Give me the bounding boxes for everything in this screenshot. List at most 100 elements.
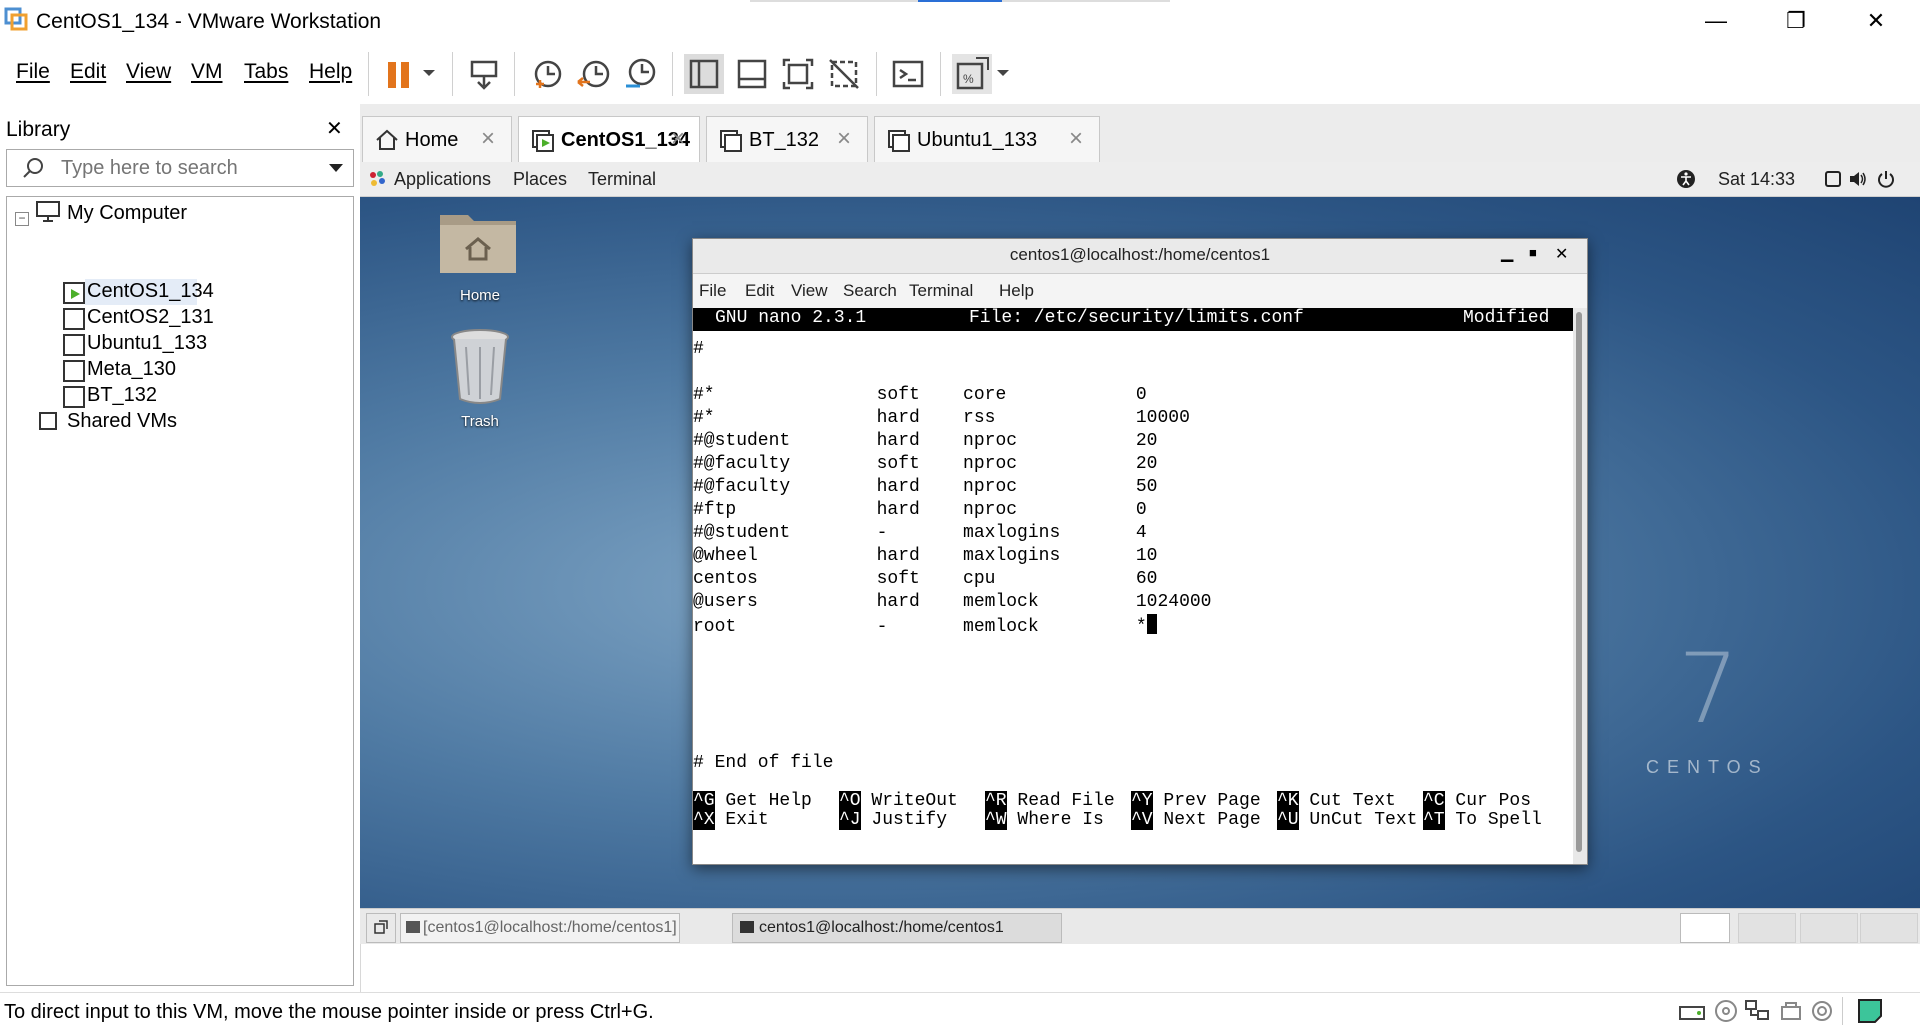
terminal-scrollbar[interactable] <box>1573 308 1587 864</box>
show-library-icon[interactable] <box>684 54 724 94</box>
gnome-clock[interactable]: Sat 14:33 <box>1718 169 1795 190</box>
display-icon[interactable] <box>1824 170 1842 188</box>
terminal-close-button[interactable]: ✕ <box>1555 244 1568 264</box>
taskbar-item-terminal-2[interactable]: centos1@localhost:/home/centos1 <box>732 913 1062 943</box>
restore-button[interactable]: ❐ <box>1766 4 1826 38</box>
nano-shortcut[interactable]: ^U UnCut Text <box>1277 809 1417 832</box>
menu-vm[interactable]: VM <box>191 60 223 84</box>
workspace-3[interactable] <box>1800 913 1858 943</box>
terminal-menu-search[interactable]: Search <box>843 281 897 301</box>
menu-help[interactable]: Help <box>309 60 352 84</box>
nano-shortcut[interactable]: ^X Exit <box>693 809 833 832</box>
chevron-down-icon[interactable] <box>994 64 1012 82</box>
show-desktop-button[interactable] <box>366 913 396 943</box>
shortcut-key: ^X <box>693 810 715 830</box>
network-adapter-icon[interactable] <box>1744 999 1772 1023</box>
tab-ubuntu1-133[interactable]: Ubuntu1_133 × <box>874 116 1100 163</box>
close-tab-icon[interactable]: × <box>481 125 495 153</box>
terminal-maximize-button[interactable]: ■ <box>1529 245 1537 260</box>
message-log-icon[interactable] <box>1856 997 1884 1025</box>
file-line: @users hard memlock 1024000 <box>693 592 1212 612</box>
nano-version: GNU nano 2.3.1 <box>715 308 867 328</box>
tree-item-my-computer[interactable]: My Computer <box>35 199 335 227</box>
menu-edit[interactable]: Edit <box>70 60 106 84</box>
vm-icon <box>63 360 85 382</box>
snapshot-take-icon[interactable] <box>528 54 568 94</box>
hard-disk-icon[interactable] <box>1678 999 1706 1023</box>
nano-shortcut[interactable]: ^T To Spell <box>1423 809 1542 832</box>
unity-mode-icon[interactable] <box>824 54 864 94</box>
workspace-1[interactable] <box>1680 913 1730 943</box>
taskbar-item-terminal-1[interactable]: [centos1@localhost:/home/centos1] <box>400 913 680 943</box>
accessibility-icon[interactable] <box>1676 169 1696 189</box>
close-tab-icon[interactable]: × <box>837 125 851 153</box>
nano-modified-status: Modified <box>1463 308 1550 328</box>
close-library-icon[interactable]: ✕ <box>326 116 343 141</box>
tab-centos1-134[interactable]: CentOS1_134 × <box>518 116 700 164</box>
tree-collapse-toggle[interactable]: − <box>15 205 29 228</box>
stretch-guest-icon[interactable]: % <box>952 54 992 94</box>
terminal-window[interactable]: centos1@localhost:/home/centos1 ▁ ■ ✕ Fi… <box>692 238 1588 865</box>
scrollbar-thumb[interactable] <box>1576 312 1582 852</box>
terminal-menu-view[interactable]: View <box>791 281 828 301</box>
snapshot-revert-icon[interactable] <box>574 54 614 94</box>
file-line: #* hard rss 10000 <box>693 408 1190 428</box>
pause-icon[interactable] <box>380 54 420 94</box>
gnome-terminal-menu[interactable]: Terminal <box>588 169 656 190</box>
terminal-minimize-button[interactable]: ▁ <box>1501 243 1513 263</box>
gnome-places-menu[interactable]: Places <box>513 169 567 190</box>
tab-home[interactable]: Home × <box>362 116 512 163</box>
terminal-menu-terminal[interactable]: Terminal <box>909 281 973 301</box>
console-view-icon[interactable] <box>888 54 928 94</box>
library-search-input[interactable] <box>59 154 323 182</box>
menu-view[interactable]: View <box>126 60 171 84</box>
nano-shortcut[interactable]: ^W Where Is <box>985 809 1125 832</box>
tree-item-shared-vms[interactable]: Shared VMs <box>35 407 335 435</box>
gnome-applications-menu[interactable]: Applications <box>394 169 491 190</box>
menu-tabs[interactable]: Tabs <box>244 60 288 84</box>
cd-dvd-icon[interactable] <box>1714 999 1738 1023</box>
send-ctrl-alt-del-icon[interactable] <box>464 54 504 94</box>
close-tab-icon[interactable]: × <box>1069 125 1083 153</box>
toolbar-separator <box>672 52 673 96</box>
show-thumbnail-bar-icon[interactable] <box>732 54 772 94</box>
desktop-home-folder[interactable]: Home <box>430 205 530 315</box>
full-screen-icon[interactable] <box>778 54 818 94</box>
nano-shortcut[interactable]: ^V Next Page <box>1131 809 1271 832</box>
chevron-down-icon[interactable] <box>327 160 345 176</box>
tab-bt-132[interactable]: BT_132 × <box>706 116 868 163</box>
minimize-button[interactable]: — <box>1686 4 1746 38</box>
terminal-titlebar[interactable]: centos1@localhost:/home/centos1 ▁ ■ ✕ <box>693 239 1587 274</box>
usb-device-icon[interactable] <box>1778 999 1804 1023</box>
chevron-down-icon[interactable] <box>420 64 438 82</box>
sound-card-icon[interactable] <box>1810 999 1834 1023</box>
tab-label: BT_132 <box>749 129 820 151</box>
shortcut-label: To Spell <box>1444 810 1542 830</box>
tree-item-centos1-134[interactable]: CentOS1_134 <box>61 277 311 305</box>
close-tab-icon[interactable]: × <box>671 125 685 153</box>
nano-shortcut[interactable]: ^J Justify <box>839 809 979 832</box>
trash-icon <box>451 329 509 404</box>
file-line: #@faculty hard nproc 50 <box>693 477 1158 497</box>
volume-icon[interactable] <box>1848 170 1868 188</box>
tree-item-centos2-131[interactable]: CentOS2_131 <box>61 303 311 331</box>
terminal-menu-file[interactable]: File <box>699 281 726 301</box>
power-icon[interactable] <box>1876 169 1896 189</box>
folder-home-icon <box>440 215 516 273</box>
tree-item-meta-130[interactable]: Meta_130 <box>61 355 311 383</box>
tree-item-ubuntu1-133[interactable]: Ubuntu1_133 <box>61 329 311 357</box>
close-window-button[interactable]: ✕ <box>1846 4 1906 38</box>
workspace-4[interactable] <box>1860 913 1918 943</box>
snapshot-manager-icon[interactable] <box>620 54 660 94</box>
shortcut-key: ^K <box>1277 791 1299 811</box>
terminal-menu-help[interactable]: Help <box>999 281 1034 301</box>
vm-screen[interactable]: Applications Places Terminal Sat 14:33 H… <box>360 162 1920 944</box>
nano-filename: File: /etc/security/limits.conf <box>969 308 1304 328</box>
workspace-2[interactable] <box>1738 913 1796 943</box>
menu-file[interactable]: File <box>16 60 50 84</box>
terminal-menu-edit[interactable]: Edit <box>745 281 774 301</box>
terminal-title: centos1@localhost:/home/centos1 <box>1009 245 1271 264</box>
desktop-trash[interactable]: Trash <box>430 327 530 447</box>
tree-item-bt-132[interactable]: BT_132 <box>61 381 311 409</box>
terminal-content[interactable]: GNU nano 2.3.1 File: /etc/security/limit… <box>693 308 1573 864</box>
